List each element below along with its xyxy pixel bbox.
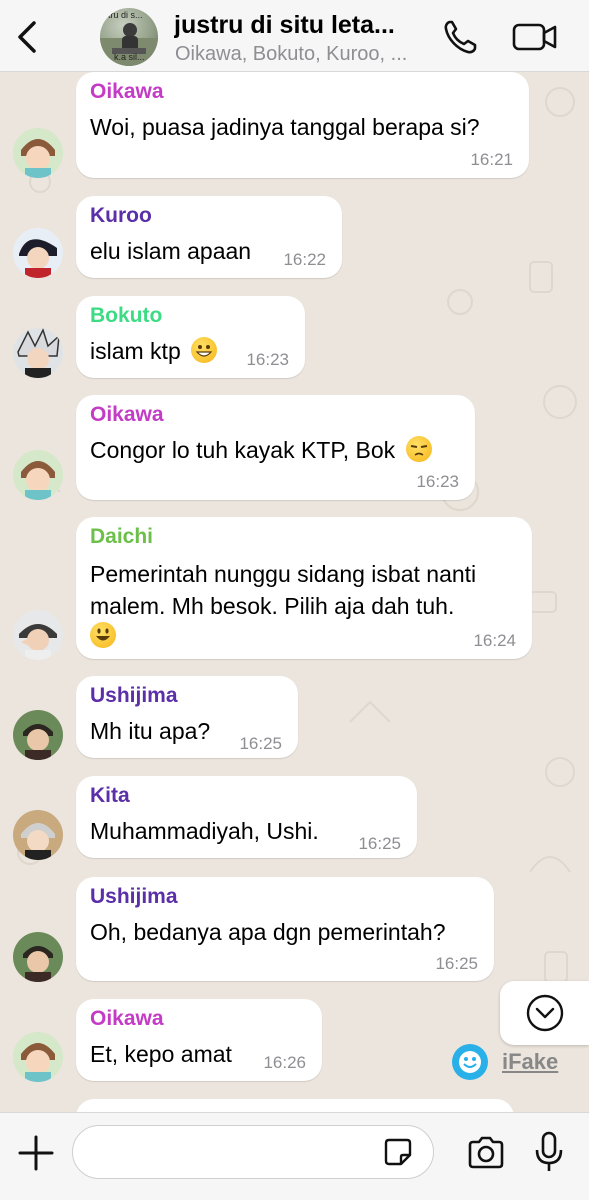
message-bubble[interactable]: Oikawa Congor lo tuh kayak KTP, Bok 16:2…	[76, 395, 475, 500]
message-sender: Oikawa	[90, 403, 164, 426]
phone-icon	[444, 20, 477, 54]
chat-area[interactable]: Oikawa Woi, puasa jadinya tanggal berapa…	[0, 72, 589, 1112]
ifake-watermark: iFake	[452, 1043, 572, 1081]
avatar-image	[13, 810, 63, 860]
message-sender: Oikawa	[90, 1007, 164, 1030]
plus-icon	[18, 1135, 54, 1171]
message-bubble[interactable]: Oikawa Woi, puasa jadinya tanggal berapa…	[76, 72, 529, 178]
message-text-content: islam ktp	[90, 338, 181, 364]
message-emoji-line	[90, 621, 116, 652]
avatar-caption-bottom: k.a sil...	[114, 52, 145, 62]
message-time: 16:25	[358, 834, 401, 853]
sticker-icon	[384, 1138, 412, 1166]
chevron-down-circle-icon	[526, 994, 563, 1032]
message-time: 16:25	[435, 954, 478, 973]
avatar-image	[13, 328, 63, 378]
video-camera-icon	[512, 23, 557, 51]
ifake-logo-icon	[452, 1044, 488, 1080]
avatar-kita[interactable]	[13, 810, 63, 860]
message-time: 16:23	[246, 350, 289, 369]
message-text-line-1: Pemerintah nunggu sidang isbat nanti	[90, 561, 477, 587]
message-bubble[interactable]: Kuroo elu islam apaan 16:22	[76, 196, 342, 278]
avatar-oikawa[interactable]	[13, 128, 63, 178]
chevron-left-icon	[18, 21, 36, 53]
message-text: Muhammadiyah, Ushi.	[90, 818, 319, 844]
avatar-image	[13, 710, 63, 760]
message-text: Et, kepo amat	[90, 1041, 232, 1067]
message-bubble[interactable]: Kita Muhammadiyah, Ushi. 16:25	[76, 776, 417, 858]
avatar-bokuto[interactable]	[13, 328, 63, 378]
avatar-image	[13, 450, 63, 500]
smiley-face-emoji	[90, 622, 116, 648]
message-text: Mh itu apa?	[90, 718, 211, 744]
back-button[interactable]	[12, 20, 42, 54]
chat-header: tru di s... k.a sil... justru di situ le…	[0, 0, 589, 72]
group-members[interactable]: Oikawa, Bokuto, Kuroo, ...	[175, 43, 425, 66]
camera-button[interactable]	[466, 1133, 506, 1173]
watermark-text: iFake	[502, 1049, 559, 1074]
avatar-ushijima[interactable]	[13, 932, 63, 982]
message-time: 16:24	[473, 631, 516, 650]
avatar-image	[13, 932, 63, 982]
microphone-button[interactable]	[534, 1131, 564, 1173]
message-sender: Kita	[90, 784, 130, 807]
avatar-caption-top: tru di s...	[108, 10, 143, 20]
message-sender: Oikawa	[90, 80, 164, 103]
microphone-icon	[535, 1131, 563, 1171]
message-text: Oh, bedanya apa dgn pemerintah?	[90, 919, 446, 945]
avatar-kuroo[interactable]	[13, 228, 63, 278]
message-text: elu islam apaan	[90, 238, 252, 264]
sticker-button[interactable]	[383, 1137, 413, 1167]
avatar-image	[13, 610, 63, 660]
camera-icon	[468, 1136, 504, 1169]
attach-button[interactable]	[16, 1133, 56, 1173]
message-time: 16:26	[263, 1053, 306, 1072]
message-bubble[interactable]: Bokuto islam ktp 16:23	[76, 296, 305, 378]
avatar-daichi[interactable]	[13, 610, 63, 660]
message-bubble[interactable]: Oikawa Et, kepo amat 16:26	[76, 999, 322, 1081]
message-time: 16:22	[283, 250, 326, 269]
message-bubble[interactable]: Ushijima Oh, bedanya apa dgn pemerintah?…	[76, 877, 494, 981]
avatar-image	[13, 228, 63, 278]
message-text: Woi, puasa jadinya tanggal berapa si?	[90, 114, 480, 140]
group-avatar[interactable]: tru di s... k.a sil...	[100, 8, 158, 66]
video-call-button[interactable]	[510, 17, 560, 57]
message-sender: Daichi	[90, 525, 154, 548]
avatar-image	[13, 128, 63, 178]
message-sender: Ushijima	[90, 885, 178, 908]
message-bubble[interactable]: Ushijima Mh itu apa? 16:25	[76, 676, 298, 758]
composer-bar	[0, 1112, 589, 1200]
message-bubble[interactable]: Daichi Pemerintah nunggu sidang isbat na…	[76, 517, 532, 659]
message-time: 16:23	[416, 472, 459, 491]
message-sender: Ushijima	[90, 684, 178, 707]
message-time: 16:25	[239, 734, 282, 753]
message-input[interactable]	[72, 1125, 434, 1179]
group-title[interactable]: justru di situ leta...	[174, 11, 424, 40]
message-text: Congor lo tuh kayak KTP, Bok	[90, 435, 432, 466]
message-text: islam ktp	[90, 336, 218, 367]
unamused-face-emoji	[405, 436, 432, 462]
message-sender: Kuroo	[90, 204, 152, 227]
message-bubble-partial[interactable]	[76, 1099, 514, 1112]
scroll-to-bottom-button[interactable]	[500, 981, 589, 1045]
message-sender: Bokuto	[90, 304, 163, 327]
message-time: 16:21	[470, 150, 513, 169]
grinning-face-emoji	[191, 337, 218, 363]
avatar-oikawa[interactable]	[13, 1032, 63, 1082]
avatar-oikawa[interactable]	[13, 450, 63, 500]
avatar-image	[13, 1032, 63, 1082]
voice-call-button[interactable]	[440, 17, 480, 57]
avatar-ushijima[interactable]	[13, 710, 63, 760]
message-text-content: Congor lo tuh kayak KTP, Bok	[90, 437, 396, 463]
message-text-line-2: malem. Mh besok. Pilih aja dah tuh.	[90, 593, 455, 619]
